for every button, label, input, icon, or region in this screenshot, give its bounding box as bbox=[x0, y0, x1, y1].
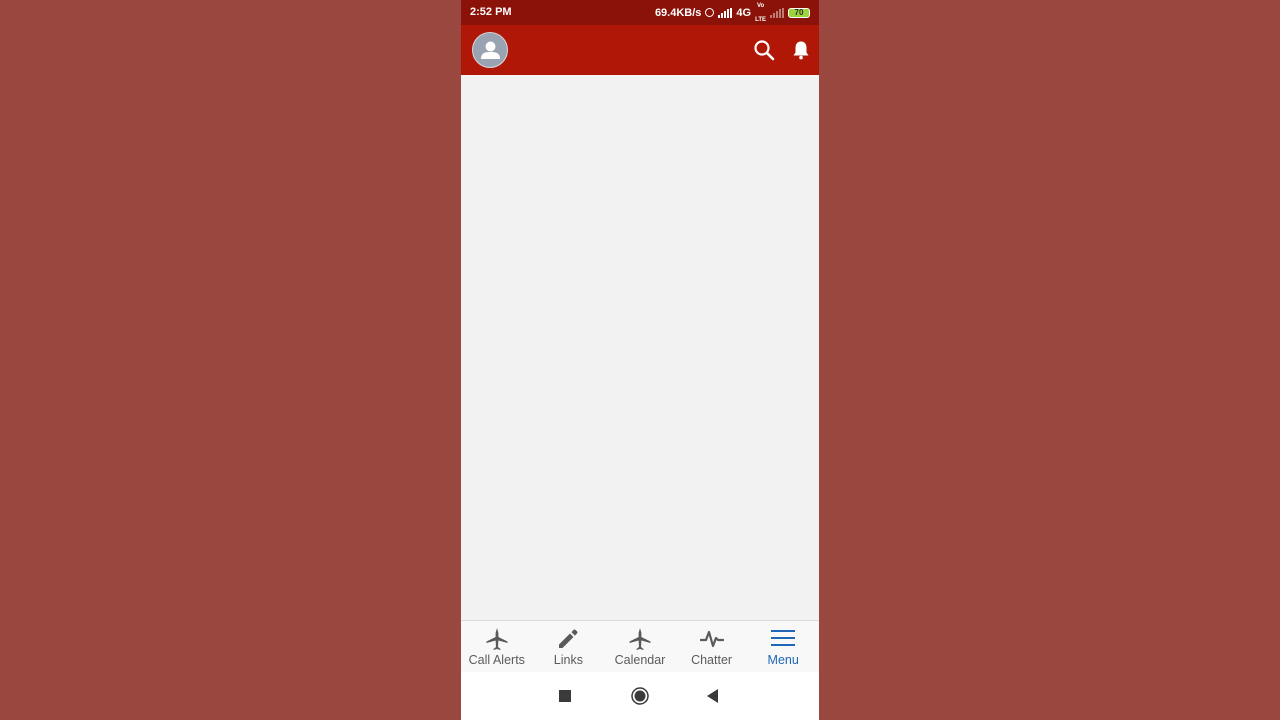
tab-chatter[interactable]: Chatter bbox=[676, 621, 748, 672]
alarm-icon bbox=[705, 8, 715, 17]
bottom-tab-bar: Call Alerts Links Calendar Chatter Menu bbox=[461, 620, 819, 672]
tab-label: Links bbox=[553, 653, 583, 667]
tab-label: Calendar bbox=[614, 653, 666, 667]
tab-calendar[interactable]: Calendar bbox=[604, 621, 676, 672]
airplane-icon bbox=[629, 628, 651, 650]
tab-label: Chatter bbox=[691, 653, 733, 667]
volte-indicator: Vo LTE bbox=[755, 0, 766, 27]
square-icon[interactable] bbox=[559, 690, 571, 702]
bell-icon[interactable] bbox=[790, 39, 812, 61]
system-nav-bar bbox=[461, 672, 819, 720]
signal-icon bbox=[718, 7, 733, 18]
airplane-icon bbox=[486, 628, 508, 650]
main-content bbox=[461, 75, 819, 620]
tab-call-alerts[interactable]: Call Alerts bbox=[461, 621, 533, 672]
battery-level: 70 bbox=[794, 7, 804, 17]
status-indicators: 69.4KB/s 4G Vo LTE 70 bbox=[654, 3, 810, 23]
tab-links[interactable]: Links bbox=[533, 621, 605, 672]
battery-icon: 70 bbox=[788, 7, 810, 18]
tab-menu[interactable]: Menu bbox=[747, 621, 819, 672]
status-bar: 2:52 PM 69.4KB/s 4G Vo LTE 70 bbox=[461, 0, 819, 25]
triangle-back-icon[interactable] bbox=[707, 689, 719, 703]
network-speed: 69.4KB/s bbox=[654, 6, 702, 19]
tab-label: Menu bbox=[767, 653, 799, 667]
circle-icon[interactable] bbox=[631, 687, 649, 705]
status-time: 2:52 PM bbox=[470, 6, 512, 18]
volte-bottom: LTE bbox=[755, 16, 766, 23]
signal-icon-secondary bbox=[770, 7, 784, 18]
pulse-icon bbox=[699, 630, 724, 648]
search-icon[interactable] bbox=[753, 39, 775, 61]
network-type: 4G bbox=[736, 6, 752, 19]
hamburger-icon bbox=[771, 630, 796, 646]
pencil-icon bbox=[559, 629, 578, 648]
tab-label: Call Alerts bbox=[468, 653, 525, 667]
user-icon bbox=[481, 41, 500, 59]
phone-screen: 2:52 PM 69.4KB/s 4G Vo LTE 70 Call Alert… bbox=[461, 0, 819, 720]
app-header bbox=[461, 25, 819, 75]
user-avatar[interactable] bbox=[472, 32, 508, 68]
volte-top: Vo bbox=[756, 2, 765, 9]
